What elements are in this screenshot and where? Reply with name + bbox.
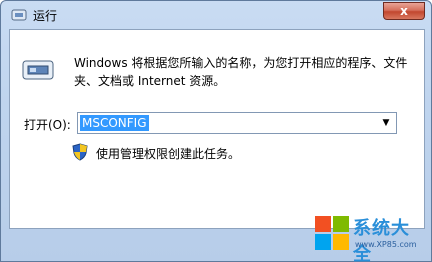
run-dialog-window: 运行 x Windows 将根据您所输入的名称，为您打开相应的程序、文件夹、文档… bbox=[0, 0, 432, 262]
command-input[interactable]: MSCONFIG bbox=[80, 115, 149, 131]
admin-note: 使用管理权限创建此任务。 bbox=[96, 147, 241, 161]
run-icon bbox=[22, 60, 56, 82]
title-bar[interactable]: 运行 x bbox=[1, 1, 431, 29]
watermark-logo: 系统大全 www.XP85.com bbox=[315, 212, 425, 262]
dialog-body: Windows 将根据您所输入的名称，为您打开相应的程序、文件夹、文档或 Int… bbox=[9, 29, 425, 229]
uac-shield-icon bbox=[72, 143, 88, 161]
window-title: 运行 bbox=[33, 9, 58, 23]
close-button[interactable]: x bbox=[383, 2, 425, 20]
run-icon bbox=[11, 8, 27, 22]
watermark-url: www.XP85.com bbox=[355, 240, 417, 249]
chevron-down-icon[interactable]: ▼ bbox=[378, 114, 394, 132]
open-label: 打开(O): bbox=[24, 118, 71, 132]
watermark-title: 系统大全 bbox=[353, 218, 410, 262]
dialog-description: Windows 将根据您所输入的名称，为您打开相应的程序、文件夹、文档或 Int… bbox=[74, 56, 408, 88]
command-combobox[interactable]: MSCONFIG ▼ bbox=[77, 112, 397, 134]
windows-logo-icon bbox=[315, 216, 349, 250]
